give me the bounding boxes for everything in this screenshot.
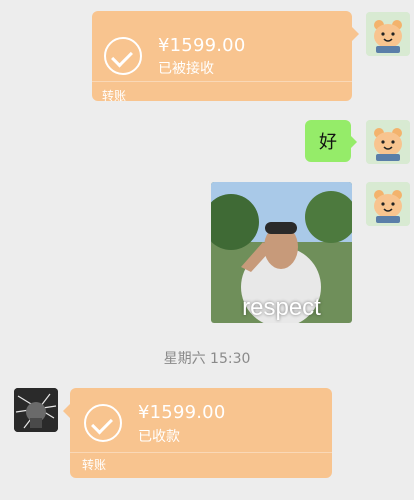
- transfer-status: 已收款: [138, 429, 180, 445]
- bear-avatar-icon: [366, 182, 410, 226]
- bear-avatar-icon: [366, 12, 410, 56]
- my-avatar[interactable]: [366, 182, 410, 226]
- chat-timestamp: 星期六 15:30: [163, 351, 251, 367]
- message-text: 好: [319, 132, 337, 153]
- transfer-footer-label: 转账: [82, 458, 107, 472]
- bubble-tail: [63, 404, 70, 418]
- my-avatar[interactable]: [366, 120, 410, 164]
- my-avatar[interactable]: [366, 12, 410, 56]
- contact-avatar-icon: [14, 388, 58, 432]
- transfer-amount: ¥1599.00: [158, 35, 246, 56]
- transfer-status: 已被接收: [158, 61, 214, 77]
- bubble-tail: [352, 27, 359, 41]
- check-circle-icon: [104, 37, 142, 75]
- contact-avatar[interactable]: [14, 388, 58, 432]
- text-bubble-reply[interactable]: 好: [305, 120, 357, 162]
- transfer-divider: [70, 452, 332, 453]
- transfer-bubble-received[interactable]: ¥1599.00 已收款 转账: [63, 388, 332, 478]
- image-message[interactable]: respect: [211, 182, 352, 323]
- bear-avatar-icon: [366, 120, 410, 164]
- image-caption: respect: [242, 294, 321, 321]
- transfer-amount: ¥1599.00: [138, 402, 226, 423]
- check-circle-icon: [84, 404, 122, 442]
- transfer-footer-label: 转账: [102, 89, 127, 103]
- transfer-bubble-accepted[interactable]: ¥1599.00 已被接收 转账: [92, 11, 359, 103]
- bubble-tail: [350, 135, 357, 149]
- transfer-divider: [92, 81, 352, 82]
